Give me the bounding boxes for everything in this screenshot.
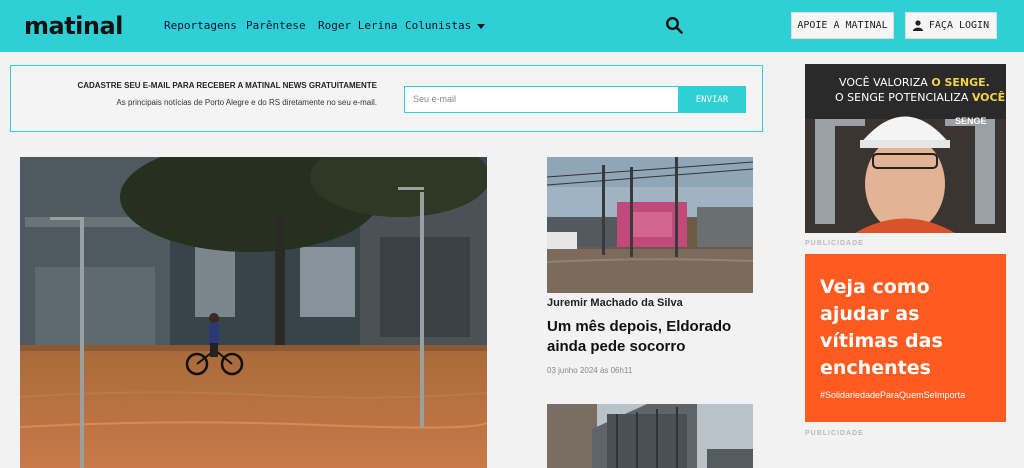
nav-item-reportagens[interactable]: Reportagens [164,19,237,32]
ad-headline-line-1-emphasis: O SENGE. [931,76,990,89]
newsletter-box: CADASTRE SEU E-MAIL PARA RECEBER A MATIN… [10,65,763,132]
ad-caption-2: PUBLICIDADE [805,430,864,437]
email-field[interactable]: Seu e-mail [404,86,679,113]
apoie-button[interactable]: APOIE A MATINAL [791,12,894,39]
ad-headline-line-2-text: O SENGE POTENCIALIZA [835,91,972,104]
article-thumbnail-2[interactable] [547,404,753,468]
article-headline[interactable]: Um mês depois, Eldorado ainda pede socor… [547,317,757,357]
nav-item-parentese[interactable]: Parêntese [246,19,306,32]
article-date: 03 junho 2024 às 06h11 [547,366,633,375]
nav-item-colunistas[interactable]: Colunistas [405,19,486,32]
chevron-down-icon [477,23,486,29]
ad-caption: PUBLICIDADE [805,240,864,247]
site-logo[interactable]: matinal [24,12,123,40]
nav-item-colunistas-label: Colunistas [405,19,472,32]
login-label: FAÇA LOGIN [928,20,990,31]
warehouse-photo [547,404,753,468]
article-thumbnail[interactable] [547,157,753,293]
user-icon [912,20,923,31]
flooded-street-photo [20,157,487,468]
ad-headline-line-1-text: VOCÊ VALORIZA [839,76,932,89]
senge-ad-image [805,64,1006,233]
newsletter-title: CADASTRE SEU E-MAIL PARA RECEBER A MATIN… [77,81,377,90]
article-author[interactable]: Juremir Machado da Silva [547,297,683,309]
search-icon[interactable] [665,16,683,34]
senge-logo: SENGE [955,116,987,126]
ad-headline-line-1: VOCÊ VALORIZA O SENGE. [839,76,990,89]
ad2-headline: Veja como ajudar as vítimas das enchente… [820,276,943,379]
ad-headline-line-2: O SENGE POTENCIALIZA VOCÊ. [835,91,1006,104]
flooded-neighborhood-photo [547,157,753,293]
ad2-hashtag: #SolidariedadeParaQuemSeImporta [820,390,966,400]
nav-item-roger-lerina[interactable]: Roger Lerina [318,19,397,32]
send-button[interactable]: ENVIAR [678,86,746,113]
newsletter-subtitle: As principais notícias de Porto Alegre e… [116,98,377,107]
site-header: matinal Reportagens Parêntese Roger Leri… [0,0,1024,52]
solidarity-ad[interactable]: Veja como ajudar as vítimas das enchente… [805,254,1006,422]
hero-image[interactable] [20,157,487,468]
senge-ad[interactable]: VOCÊ VALORIZA O SENGE. O SENGE POTENCIAL… [805,64,1006,233]
login-button[interactable]: FAÇA LOGIN [905,12,997,39]
ad-headline-line-2-emphasis: VOCÊ. [971,91,1006,104]
